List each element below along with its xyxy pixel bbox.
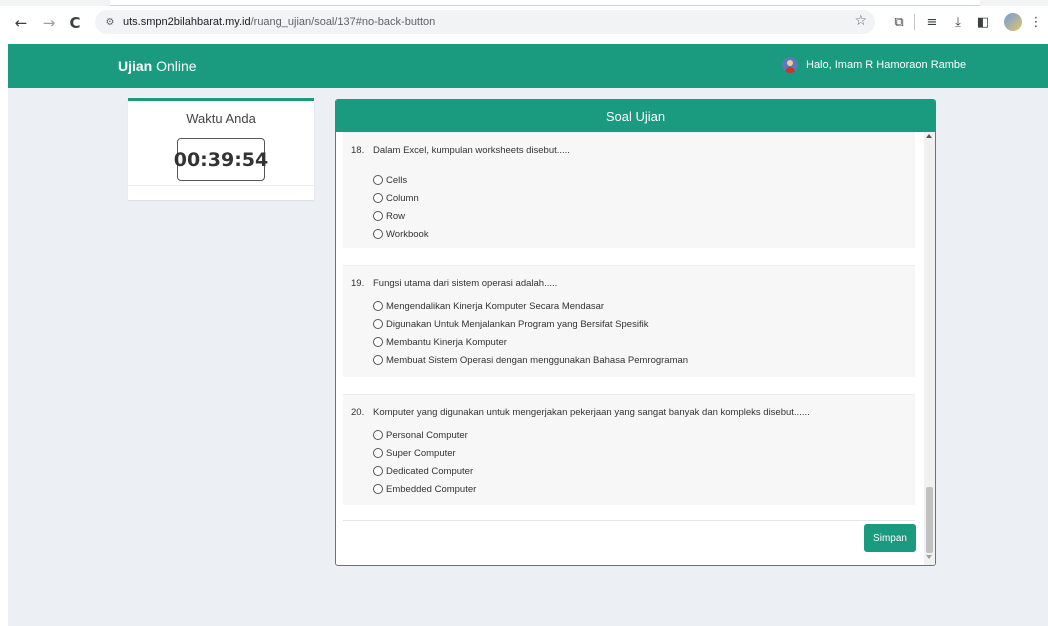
question-prompt: Komputer yang digunakan untuk mengerjaka… xyxy=(373,407,810,418)
question-list[interactable]: 18. Dalam Excel, kumpulan worksheets dis… xyxy=(336,132,924,565)
question-text: 20. Komputer yang digunakan untuk menger… xyxy=(351,407,810,418)
scrollbar[interactable] xyxy=(924,132,935,565)
option[interactable]: Column xyxy=(373,189,429,207)
browser-menu-icon[interactable]: ⋮ xyxy=(1028,14,1044,30)
app-header: Ujian Online Halo, Imam R Hamoraon Rambe xyxy=(8,44,1048,88)
option[interactable]: Mengendalikan Kinerja Komputer Secara Me… xyxy=(373,297,688,315)
option[interactable]: Digunakan Untuk Menjalankan Program yang… xyxy=(373,315,688,333)
forward-arrow-icon[interactable]: → xyxy=(40,14,58,32)
reading-list-icon[interactable]: ≡ xyxy=(924,14,940,30)
footer-divider xyxy=(343,520,915,521)
toolbar-separator xyxy=(914,14,915,30)
brand-rest: Online xyxy=(152,58,197,74)
option[interactable]: Embedded Computer xyxy=(373,480,476,498)
question-text: 18. Dalam Excel, kumpulan worksheets dis… xyxy=(351,145,570,156)
download-icon[interactable]: ⤓ xyxy=(950,14,966,30)
exam-title: Soal Ujian xyxy=(336,100,935,132)
option[interactable]: Row xyxy=(373,207,429,225)
brand-logo[interactable]: Ujian Online xyxy=(118,58,197,74)
side-panel-icon[interactable]: ◧ xyxy=(975,14,991,30)
radio-button[interactable] xyxy=(373,301,383,311)
radio-button[interactable] xyxy=(373,337,383,347)
scroll-thumb[interactable] xyxy=(926,487,933,553)
address-bar[interactable]: ⚙ uts.smpn2bilahbarat.my.id/ruang_ujian/… xyxy=(95,10,875,34)
save-button[interactable]: Simpan xyxy=(864,524,916,552)
user-greeting: Halo, Imam R Hamoraon Rambe xyxy=(806,59,967,71)
option-list: Cells Column Row Workbook xyxy=(373,171,429,243)
timer-value: 00:39:54 xyxy=(174,138,268,181)
user-menu[interactable]: Halo, Imam R Hamoraon Rambe xyxy=(782,57,966,73)
option-label: Membuat Sistem Operasi dengan menggunaka… xyxy=(386,354,689,366)
question-18: 18. Dalam Excel, kumpulan worksheets dis… xyxy=(343,132,915,248)
bookmark-star-icon[interactable]: ☆ xyxy=(854,13,867,29)
back-arrow-icon[interactable]: ← xyxy=(12,14,30,32)
url-host: uts.smpn2bilahbarat.my.id xyxy=(123,16,251,28)
timer-title: Waktu Anda xyxy=(186,111,256,126)
reload-icon[interactable]: C xyxy=(66,14,84,32)
option[interactable]: Membantu Kinerja Komputer xyxy=(373,333,688,351)
question-prompt: Fungsi utama dari sistem operasi adalah.… xyxy=(373,278,558,289)
radio-button[interactable] xyxy=(373,484,383,494)
option-label: Embedded Computer xyxy=(386,483,477,495)
active-tab[interactable] xyxy=(110,0,980,6)
exam-panel: Soal Ujian 18. Dalam Excel, kumpulan wor… xyxy=(335,99,936,566)
option[interactable]: Cells xyxy=(373,171,429,189)
radio-button[interactable] xyxy=(373,430,383,440)
radio-button[interactable] xyxy=(373,211,383,221)
question-number: 19. xyxy=(351,278,365,289)
question-number: 20. xyxy=(351,407,365,418)
url-path: /ruang_ujian/soal/137#no-back-button xyxy=(250,16,436,28)
option-list: Mengendalikan Kinerja Komputer Secara Me… xyxy=(373,297,688,369)
profile-avatar-icon[interactable] xyxy=(1004,13,1022,31)
radio-button[interactable] xyxy=(373,319,383,329)
radio-button[interactable] xyxy=(373,466,383,476)
extensions-icon[interactable]: ⧉ xyxy=(891,14,907,30)
site-info-icon[interactable]: ⚙ xyxy=(103,15,117,29)
radio-button[interactable] xyxy=(373,229,383,239)
option[interactable]: Dedicated Computer xyxy=(373,462,476,480)
radio-button[interactable] xyxy=(373,175,383,185)
radio-button[interactable] xyxy=(373,448,383,458)
option-label: Personal Computer xyxy=(386,429,468,441)
option-label: Row xyxy=(386,210,406,222)
browser-toolbar: ← → C ⚙ uts.smpn2bilahbarat.my.id/ruang_… xyxy=(0,0,1048,44)
question-prompt: Dalam Excel, kumpulan worksheets disebut… xyxy=(373,145,570,156)
question-19: 19. Fungsi utama dari sistem operasi ada… xyxy=(343,265,915,377)
user-avatar-icon xyxy=(782,57,798,73)
url-text: uts.smpn2bilahbarat.my.id/ruang_ujian/so… xyxy=(123,16,435,28)
question-number: 18. xyxy=(351,145,365,156)
option-label: Membantu Kinerja Komputer xyxy=(386,336,507,348)
radio-button[interactable] xyxy=(373,193,383,203)
option-label: Dedicated Computer xyxy=(386,465,474,477)
scroll-down-arrow-icon[interactable] xyxy=(926,555,932,559)
option[interactable]: Workbook xyxy=(373,225,429,243)
option-label: Workbook xyxy=(386,228,429,240)
option-label: Cells xyxy=(386,174,408,186)
timer-box: Waktu Anda 00:39:54 xyxy=(128,98,314,200)
timer-divider xyxy=(128,185,314,186)
option-label: Mengendalikan Kinerja Komputer Secara Me… xyxy=(386,300,605,312)
tab-strip xyxy=(0,0,1048,6)
option-list: Personal Computer Super Computer Dedicat… xyxy=(373,426,476,498)
question-20: 20. Komputer yang digunakan untuk menger… xyxy=(343,394,915,505)
option-label: Column xyxy=(386,192,419,204)
question-text: 19. Fungsi utama dari sistem operasi ada… xyxy=(351,278,557,289)
option[interactable]: Super Computer xyxy=(373,444,476,462)
option[interactable]: Membuat Sistem Operasi dengan menggunaka… xyxy=(373,351,688,369)
option-label: Super Computer xyxy=(386,447,456,459)
option-label: Digunakan Untuk Menjalankan Program yang… xyxy=(386,318,649,330)
option[interactable]: Personal Computer xyxy=(373,426,476,444)
scroll-up-arrow-icon[interactable] xyxy=(926,134,932,138)
brand-bold: Ujian xyxy=(118,58,153,74)
radio-button[interactable] xyxy=(373,355,383,365)
